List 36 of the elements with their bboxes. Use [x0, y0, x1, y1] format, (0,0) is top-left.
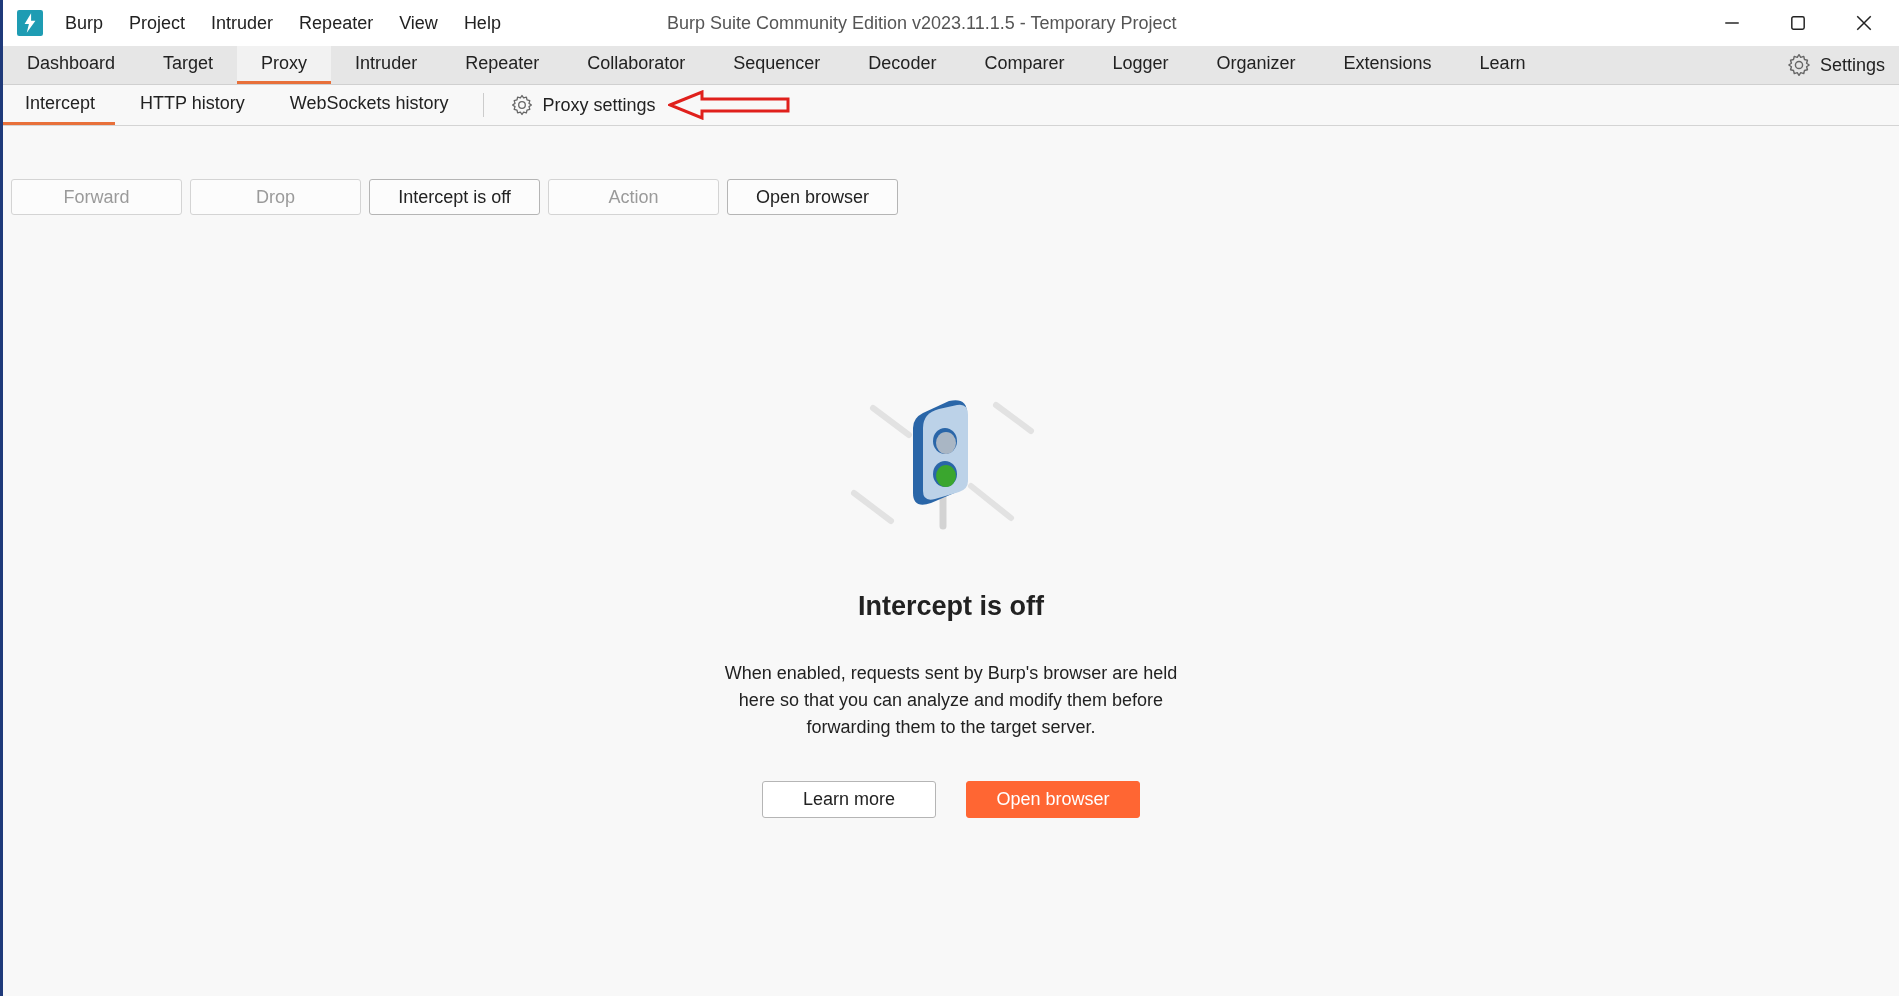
- main-tab[interactable]: Comparer: [960, 46, 1089, 84]
- app-logo-icon: [17, 10, 43, 36]
- menu-item[interactable]: Burp: [65, 12, 104, 34]
- toolbar-button[interactable]: Intercept is off: [369, 179, 540, 215]
- sub-tab[interactable]: Intercept: [3, 85, 116, 125]
- main-tab[interactable]: Collaborator: [563, 46, 710, 84]
- main-tab[interactable]: Repeater: [441, 46, 564, 84]
- window-title: Burp Suite Community Edition v2023.11.1.5 - Temporary Project: [666, 12, 1178, 34]
- settings-icon[interactable]: [510, 93, 535, 117]
- main-tab[interactable]: Organizer: [1192, 46, 1320, 84]
- menu-item[interactable]: Intruder: [211, 12, 274, 34]
- menu-item[interactable]: Help: [463, 12, 501, 34]
- main-tab[interactable]: Extensions: [1319, 46, 1456, 84]
- main-tab[interactable]: Sequencer: [709, 46, 845, 84]
- menu-item[interactable]: Project: [129, 12, 186, 34]
- main-tab[interactable]: Target: [139, 46, 238, 84]
- main-tab[interactable]: Logger: [1088, 46, 1193, 84]
- main-tab[interactable]: Learn: [1455, 46, 1550, 84]
- main-tab[interactable]: Dashboard: [3, 46, 140, 84]
- proxy-settings-link[interactable]: Proxy settings: [542, 85, 656, 125]
- empty-state-button[interactable]: Learn more: [762, 781, 936, 818]
- settings-icon[interactable]: [1785, 52, 1812, 78]
- main-tab[interactable]: Proxy: [237, 46, 332, 84]
- sub-tab[interactable]: WebSockets history: [267, 85, 469, 125]
- maximize-icon[interactable]: [1789, 14, 1807, 32]
- toolbar-button[interactable]: Open browser: [727, 179, 898, 215]
- sub-tab[interactable]: HTTP history: [118, 85, 265, 125]
- settings-link[interactable]: Settings: [1819, 46, 1885, 84]
- main-tab[interactable]: Intruder: [331, 46, 442, 84]
- menu-item[interactable]: View: [399, 12, 438, 34]
- close-icon[interactable]: [1855, 14, 1873, 32]
- main-tab[interactable]: Decoder: [844, 46, 961, 84]
- pointer-arrow-icon: [667, 90, 790, 120]
- empty-state-heading: Intercept is off: [858, 591, 1044, 622]
- empty-state-description: When enabled, requests sent by Burp's browser are held here so that you can analyze and modify them before forwarding them to the target server.: [723, 662, 1179, 739]
- menu-item[interactable]: Repeater: [299, 12, 374, 34]
